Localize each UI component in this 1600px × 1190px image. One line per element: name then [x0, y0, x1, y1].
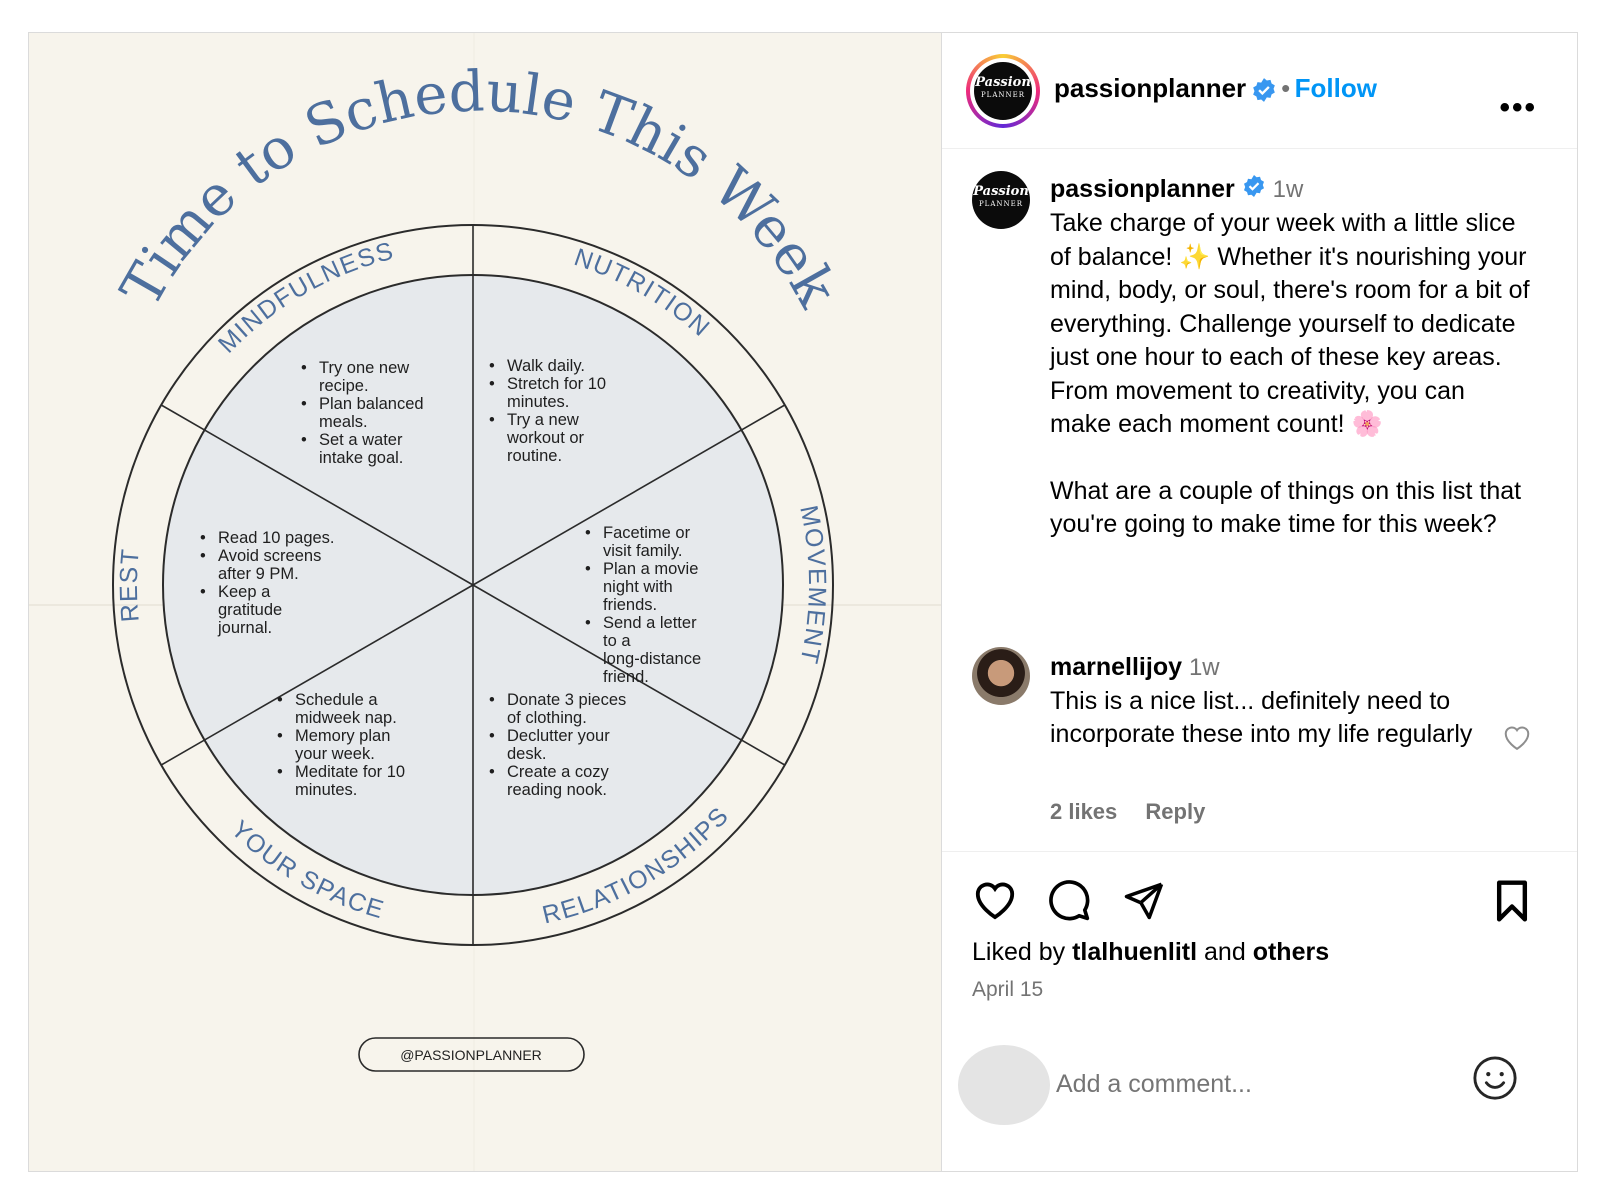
caption-paragraph-2: What are a couple of things on this list…	[1050, 476, 1522, 539]
handle-text: @PASSIONPLANNER	[400, 1047, 542, 1063]
add-comment-bar	[942, 1033, 1577, 1171]
segment-label-movement: MOVEMENT	[794, 503, 831, 667]
current-user-avatar	[958, 1045, 1050, 1125]
liked-by-others[interactable]: others	[1253, 938, 1329, 966]
comment-text: This is a nice list... definitely need t…	[1050, 686, 1473, 749]
instagram-post: Time to Schedule This Week NUTRITION MOVE…	[28, 32, 1578, 1172]
post-sidebar: Passion PLANNER passionplanner • Follow …	[941, 33, 1577, 1171]
follow-button[interactable]: Follow	[1295, 73, 1377, 103]
action-bar	[942, 851, 1577, 852]
share-send-icon[interactable]	[1122, 879, 1166, 926]
caption-paragraph-1: Take charge of your week with a little s…	[1050, 207, 1530, 442]
reply-button[interactable]: Reply	[1145, 799, 1205, 824]
save-bookmark-icon[interactable]	[1492, 879, 1532, 928]
account-avatar[interactable]: Passion PLANNER	[966, 54, 1040, 128]
caption-timestamp[interactable]: 1w	[1273, 176, 1304, 203]
comment: marnellijoy 1w This is a nice list... de…	[1050, 651, 1510, 752]
comment-likes-count[interactable]: 2 likes	[1050, 799, 1117, 824]
liked-by: Liked by tlalhuenlitl and others	[972, 938, 1329, 967]
header-username[interactable]: passionplanner	[1054, 73, 1246, 103]
post-header: Passion PLANNER passionplanner • Follow …	[942, 33, 1577, 149]
more-options-icon[interactable]: •••	[1499, 93, 1537, 123]
liked-by-and: and	[1204, 938, 1246, 966]
flower-emoji: 🌸	[1351, 410, 1383, 439]
separator-dot: •	[1281, 73, 1291, 103]
caption-text-b: Whether it's nourishing your mind, body,…	[1050, 242, 1530, 439]
caption: passionplanner 1w Take charge of your we…	[1050, 173, 1530, 542]
liked-by-user[interactable]: tlalhuenlitl	[1072, 938, 1197, 966]
post-date[interactable]: April 15	[972, 978, 1043, 1002]
comment-username[interactable]: marnellijoy	[1050, 653, 1182, 681]
comment-timestamp[interactable]: 1w	[1189, 654, 1220, 681]
verified-badge-icon	[1251, 77, 1277, 108]
comment-bubble-icon[interactable]	[1047, 878, 1091, 927]
post-image[interactable]: Time to Schedule This Week NUTRITION MOVE…	[29, 33, 941, 1171]
sparkle-emoji: ✨	[1179, 242, 1211, 271]
commenter-avatar[interactable]	[972, 647, 1030, 705]
wheel: NUTRITIONMOVEMENTRELATIONSHIPSYOUR SPACE…	[112, 224, 834, 946]
comment-like-heart-icon[interactable]	[1502, 723, 1532, 756]
caption-avatar[interactable]: Passion PLANNER	[972, 171, 1030, 229]
comment-meta: 2 likes Reply	[1050, 799, 1227, 825]
verified-badge-icon	[1242, 174, 1266, 208]
liked-by-prefix: Liked by	[972, 938, 1066, 966]
emoji-icon[interactable]	[1472, 1055, 1518, 1106]
comment-input[interactable]	[1054, 1069, 1438, 1100]
segment-label-rest: REST	[115, 547, 145, 623]
caption-username[interactable]: passionplanner	[1050, 175, 1235, 203]
like-heart-icon[interactable]	[972, 878, 1018, 925]
handle-badge: @PASSIONPLANNER	[358, 1037, 585, 1072]
passion-planner-logo: Passion PLANNER	[974, 62, 1032, 120]
balance-wheel-graphic: Time to Schedule This Week NUTRITIONMOVE…	[29, 33, 941, 1171]
